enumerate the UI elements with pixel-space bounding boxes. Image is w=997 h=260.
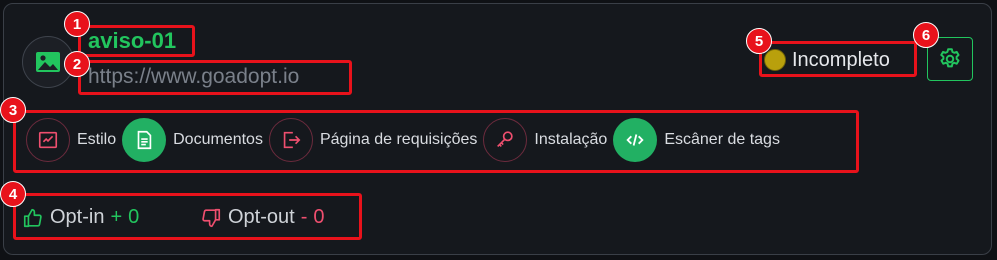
image-icon bbox=[35, 51, 61, 73]
annotation-badge: 6 bbox=[913, 22, 939, 48]
highlight-box-url bbox=[78, 60, 352, 95]
annotation-badge: 1 bbox=[64, 11, 90, 37]
highlight-box-optin bbox=[13, 193, 362, 240]
highlight-box-title bbox=[78, 25, 195, 57]
gear-icon bbox=[937, 46, 963, 72]
annotation-badge: 5 bbox=[746, 28, 772, 54]
annotation-badge: 3 bbox=[0, 97, 26, 123]
annotation-badge: 4 bbox=[0, 181, 26, 207]
highlight-box-status bbox=[759, 41, 917, 77]
annotation-badge: 2 bbox=[64, 51, 90, 77]
highlight-box-steps bbox=[13, 110, 859, 173]
